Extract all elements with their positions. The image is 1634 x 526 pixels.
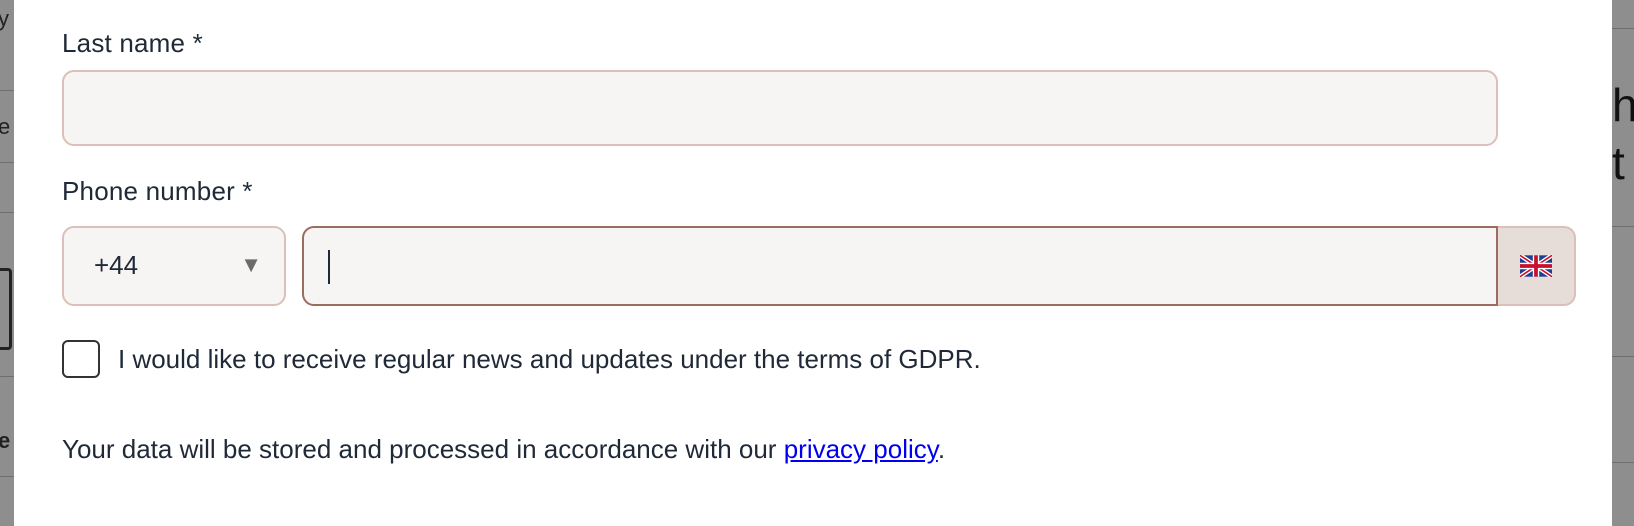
background-divider <box>0 376 14 377</box>
background-divider <box>0 162 14 163</box>
background-divider <box>0 476 14 477</box>
phone-input-group <box>302 226 1576 306</box>
country-code-select[interactable]: +44 ▼ <box>62 226 286 306</box>
background-box <box>0 268 12 350</box>
background-divider <box>1612 356 1634 357</box>
text-cursor <box>328 250 330 284</box>
background-text-fragment: y <box>0 6 9 31</box>
privacy-notice-text: Your data will be stored and processed i… <box>62 434 784 464</box>
privacy-notice-suffix: . <box>937 434 946 464</box>
background-text-fragment: t <box>1612 137 1625 189</box>
background-divider <box>1612 28 1634 29</box>
privacy-policy-link[interactable]: privacy policy <box>784 434 938 464</box>
background-divider <box>0 90 14 91</box>
country-code-value: +44 <box>94 250 139 280</box>
background-divider <box>1612 462 1634 463</box>
background-divider <box>1612 226 1634 227</box>
flag-addon <box>1498 226 1576 306</box>
phone-number-input[interactable] <box>302 226 1498 306</box>
background-page-right: h t <box>1612 0 1634 526</box>
phone-number-label: Phone number * <box>62 176 253 206</box>
background-page-left: y e e <box>0 0 14 526</box>
signup-modal: Last name * Phone number * +44 ▼ I would… <box>14 0 1612 526</box>
privacy-notice: Your data will be stored and processed i… <box>62 434 945 465</box>
uk-flag-icon <box>1520 255 1552 277</box>
dropdown-arrow-icon: ▼ <box>240 252 262 277</box>
background-text-fragment: e <box>0 428 11 453</box>
background-divider <box>0 212 14 213</box>
last-name-label: Last name * <box>62 28 203 58</box>
background-text-fragment: e <box>0 114 11 139</box>
background-text-fragment: h <box>1612 79 1634 131</box>
gdpr-consent-label: I would like to receive regular news and… <box>118 344 981 374</box>
gdpr-checkbox[interactable] <box>62 340 100 378</box>
last-name-input[interactable] <box>62 70 1498 146</box>
